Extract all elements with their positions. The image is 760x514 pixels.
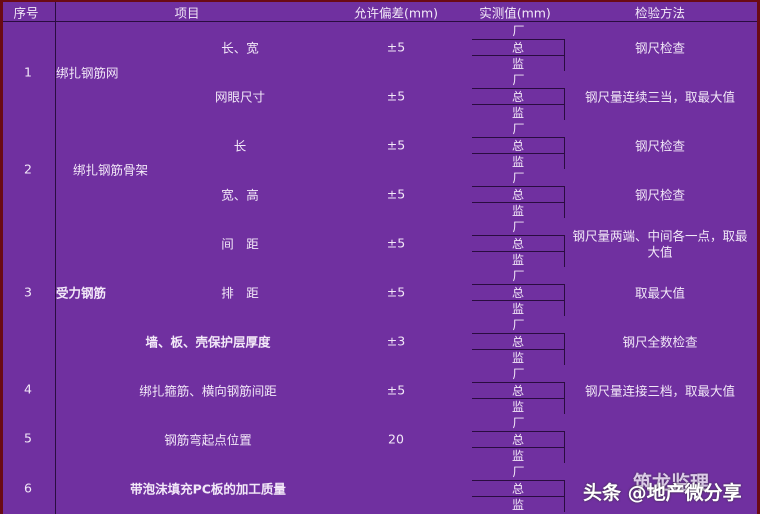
measured-value-cell: 总	[472, 39, 565, 55]
measured-value-cell: 总	[472, 235, 565, 251]
inspection-method: 钢尺检查	[634, 40, 686, 55]
measured-value-cell: 总	[472, 333, 565, 349]
row-number: 2	[24, 161, 32, 177]
row-number: 1	[24, 64, 32, 80]
header-seq: 序号	[13, 5, 39, 21]
measured-value-cell: 监	[472, 153, 565, 169]
header-measured: 实测值(mm)	[479, 5, 551, 21]
tolerance-value: ±5	[386, 284, 406, 299]
measured-value-cell: 监	[472, 398, 565, 414]
header-divider	[3, 21, 757, 22]
measured-value-cell: 厂	[512, 318, 525, 332]
measured-value-cell: 厂	[512, 416, 525, 430]
measured-value-cell: 总	[472, 382, 565, 398]
header-method: 检验方法	[634, 5, 686, 21]
tolerance-value: ±5	[386, 137, 406, 152]
item-label: 钢筋弯起点位置	[164, 432, 252, 447]
item-label: 绑扎箍筋、横向钢筋间距	[139, 383, 277, 398]
header-item: 项目	[174, 5, 200, 21]
watermark-brand: 头条 @地产微分享	[583, 482, 742, 504]
item-label: 长、宽	[221, 40, 259, 55]
measured-value-cell: 总	[472, 284, 565, 300]
category-label: 绑扎钢筋网	[56, 65, 119, 81]
measured-value-cell: 厂	[512, 122, 525, 136]
measured-value-cell: 监	[472, 55, 565, 71]
inspection-method: 钢尺检查	[634, 187, 686, 202]
inspection-method: 钢尺全数检查	[622, 334, 698, 349]
measured-value-cell: 厂	[512, 73, 525, 87]
inspection-method: 取最大值	[634, 285, 686, 300]
category-label: 受力钢筋	[56, 285, 107, 301]
row-number: 3	[24, 284, 32, 300]
measured-value-cell: 厂	[512, 220, 525, 234]
item-label: 墙、板、壳保护层厚度	[145, 334, 271, 349]
tolerance-value: ±3	[386, 333, 406, 348]
measured-value-cell: 厂	[512, 171, 525, 185]
measured-value-cell: 监	[472, 447, 565, 463]
measured-value-cell: 监	[472, 300, 565, 316]
measured-value-cell: 总	[472, 186, 565, 202]
measured-value-cell: 监	[472, 496, 565, 512]
item-label: 间 距	[221, 236, 259, 251]
measured-value-cell: 监	[472, 349, 565, 365]
inspection-method: 钢尺量连接三档，取最大值	[584, 383, 736, 398]
item-label: 网眼尺寸	[214, 89, 266, 104]
measured-value-cell: 监	[472, 251, 565, 267]
tolerance-value: ±5	[386, 235, 406, 250]
row-number: 5	[24, 430, 32, 446]
measured-value-cell: 监	[472, 104, 565, 120]
measured-value-cell: 监	[472, 202, 565, 218]
inspection-method: 钢尺量连续三当，取最大值	[584, 89, 736, 104]
item-label: 长	[233, 138, 247, 153]
inspection-method: 钢尺检查	[634, 138, 686, 153]
measured-value-cell: 厂	[512, 24, 525, 38]
header-tolerance: 允许偏差(mm)	[353, 5, 439, 21]
item-label: 排 距	[221, 285, 259, 300]
inspection-method-cont: 大值	[647, 244, 673, 259]
row-number: 4	[24, 381, 32, 397]
measured-value-cell: 总	[472, 480, 565, 496]
measured-value-cell: 总	[472, 431, 565, 447]
measured-value-cell: 厂	[512, 269, 525, 283]
item-label: 带泡沫填充PC板的加工质量	[130, 481, 286, 496]
row-number: 6	[24, 480, 32, 496]
measured-value-cell: 厂	[512, 465, 525, 479]
tolerance-value: 20	[388, 431, 404, 446]
category-label: 绑扎钢筋骨架	[73, 162, 149, 178]
measured-value-cell: 总	[472, 137, 565, 153]
tolerance-value: ±5	[386, 186, 406, 201]
spreadsheet-table: 序号 项目 允许偏差(mm) 实测值(mm) 检验方法 1 绑扎钢筋网 长、宽 ±5 钢…	[3, 2, 757, 514]
tolerance-value: ±5	[386, 88, 406, 103]
measured-value-cell: 厂	[512, 367, 525, 381]
item-label: 宽、高	[221, 187, 259, 202]
measured-value-cell: 总	[472, 88, 565, 104]
tolerance-value: ±5	[386, 39, 406, 54]
tolerance-value: ±5	[386, 382, 406, 397]
